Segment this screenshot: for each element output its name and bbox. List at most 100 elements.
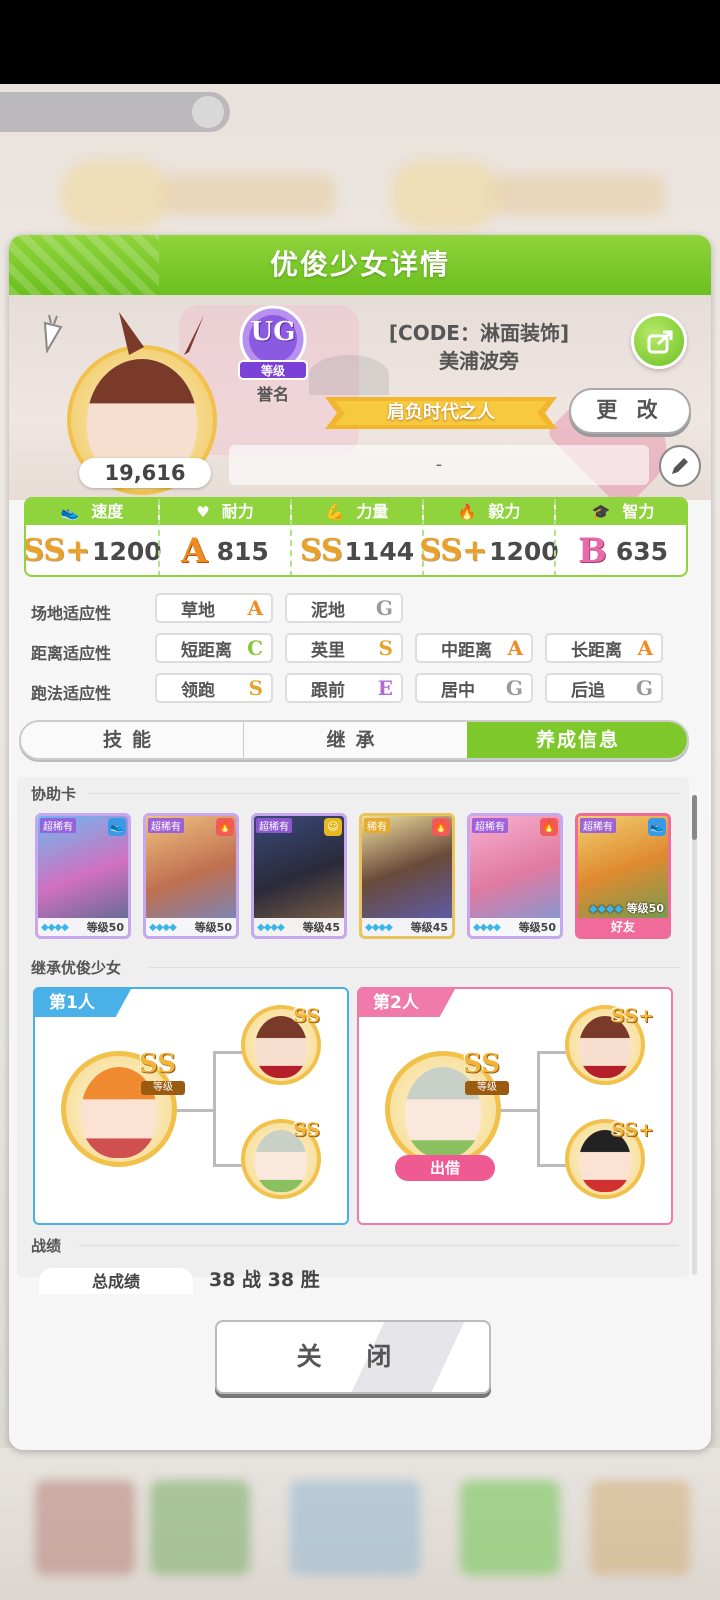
friend-label: 好友: [578, 918, 668, 936]
stat-name: 力量: [356, 502, 389, 521]
stat-name: 智力: [622, 502, 655, 521]
stat-value: 815: [216, 536, 269, 566]
dialog-header: 优俊少女详情: [9, 235, 711, 295]
support-card[interactable]: 超稀有 👟 ◆◆◆◆ 等级50: [35, 813, 131, 939]
stat-power: 💪 力量 SS 1144: [290, 499, 422, 575]
stat-value: 1144: [344, 536, 415, 566]
edit-comment-button[interactable]: [659, 445, 701, 487]
distance-aptitude-label: 距离适应性: [31, 644, 112, 663]
style-aptitude-label: 跑法适应性: [31, 684, 112, 703]
limit-break-icon: ◆◆◆◆: [41, 921, 69, 933]
lend-badge: 出借: [395, 1155, 495, 1181]
support-card[interactable]: 稀有 🔥 ◆◆◆◆ 等级45: [359, 813, 455, 939]
background-crown: [390, 160, 500, 230]
tab-training-info[interactable]: 养成信息: [467, 722, 687, 758]
limit-break-icon: ◆◆◆◆: [257, 921, 285, 933]
change-epithet-button[interactable]: 更 改: [569, 388, 691, 434]
pencil-icon: [672, 458, 688, 474]
limit-break-icon: ◆◆◆◆: [473, 921, 501, 933]
rank-caption: 等级: [260, 364, 285, 378]
background-number: [495, 175, 665, 215]
grandparent-1a-rank: SS: [293, 1005, 321, 1027]
background-menu-tile: [150, 1480, 250, 1575]
aptitude-medium: 中距离 A: [415, 633, 533, 663]
aptitude-turf: 草地 A: [155, 593, 273, 623]
grandparent-2b-rank: SS+: [611, 1119, 654, 1141]
flame-icon: 🔥: [457, 503, 477, 521]
stat-stamina: ♥ 耐力 A 815: [158, 499, 290, 575]
carrot-icon: [43, 314, 63, 353]
comment-text: -: [229, 445, 649, 485]
stat-value: 1200: [489, 536, 559, 566]
inherit-label: 继承优俊少女: [31, 959, 122, 977]
tab-inherit[interactable]: 继承: [243, 722, 467, 758]
stat-value: 1200: [92, 536, 162, 566]
stat-grade: SS+: [24, 533, 91, 568]
tab-skills[interactable]: 技能: [21, 722, 243, 758]
support-card-friend[interactable]: 超稀有 👟 ◆◆◆◆ 等级50 好友: [575, 813, 671, 939]
limit-break-icon: ◆◆◆◆: [149, 921, 177, 933]
detail-tabs: 技能 继承 养成信息: [19, 720, 689, 760]
record-label: 战绩: [31, 1237, 62, 1255]
guts-type-icon: 🔥: [432, 818, 450, 836]
aptitude-dirt: 泥地 G: [285, 593, 403, 623]
parent-2-panel[interactable]: 第2人 SS 等级 出借 SS+ SS+: [357, 987, 673, 1225]
aptitude-short: 短距离 C: [155, 633, 273, 663]
total-record-value: 38 战 38 胜: [209, 1269, 320, 1291]
share-button[interactable]: [631, 313, 687, 369]
background-number: [165, 175, 335, 215]
graduation-cap-icon: 🎓: [591, 503, 611, 521]
support-card[interactable]: 超稀有 🔥 ◆◆◆◆ 等级50: [143, 813, 239, 939]
guts-type-icon: 🔥: [216, 818, 234, 836]
limit-break-icon: ◆◆◆◆: [365, 921, 393, 933]
stat-wisdom: 🎓 智力 B 635: [554, 499, 686, 575]
stat-name: 耐力: [221, 502, 254, 521]
close-button-label: 关 闭: [296, 1342, 410, 1371]
friend-type-icon: ☺: [324, 818, 342, 836]
parent-1-label: 第1人: [35, 989, 131, 1017]
stat-name: 速度: [91, 502, 124, 521]
parent-2-rank: SS: [463, 1049, 500, 1079]
aptitude-chaser: 后追 G: [545, 673, 663, 703]
rank-label: 誉名: [256, 385, 289, 404]
parent-1-panel[interactable]: 第1人 SS 等级 SS SS: [33, 987, 349, 1225]
track-aptitude-label: 场地适应性: [31, 604, 112, 623]
heart-icon: ♥: [196, 503, 210, 521]
parent-1-rank: SS: [139, 1049, 176, 1079]
trainer-title: [CODE：淋面装饰]: [388, 321, 570, 345]
scroll-thumb[interactable]: [692, 795, 697, 840]
profile-card: 19,616 UG 等级 誉名 [CODE：淋面装饰] 美浦波旁 肩负时代之人 …: [9, 295, 711, 500]
aptitude-leader: 跟前 E: [285, 673, 403, 703]
scrollbar[interactable]: [692, 795, 697, 1275]
close-button[interactable]: 关 闭: [215, 1320, 491, 1394]
epithet-text: 肩负时代之人: [387, 402, 495, 423]
background-menu-tile: [590, 1480, 690, 1575]
horse-ears-icon: [119, 312, 204, 355]
background-menu-tile: [290, 1480, 420, 1575]
character-score: 19,616: [79, 458, 211, 488]
background-crown: [60, 160, 170, 230]
stat-guts: 🔥 毅力 SS+ 1200: [419, 499, 559, 575]
support-card[interactable]: 超稀有 🔥 ◆◆◆◆ 等级50: [467, 813, 563, 939]
support-card[interactable]: 超稀有 ☺ ◆◆◆◆ 等级45: [251, 813, 347, 939]
stat-value: 635: [615, 536, 669, 566]
shoe-icon: 👟: [60, 503, 80, 521]
aptitude-runner: 领跑 S: [155, 673, 273, 703]
character-name: 美浦波旁: [439, 349, 519, 373]
total-record-label: 总成绩: [39, 1268, 193, 1294]
speed-type-icon: 👟: [648, 818, 666, 836]
muscle-icon: 💪: [325, 503, 345, 521]
aptitude-betweener: 居中 G: [415, 673, 533, 703]
background-menu-tile: [35, 1480, 135, 1575]
rank-letters: UG: [250, 317, 296, 347]
stat-name: 毅力: [488, 502, 521, 521]
aptitude-long: 长距离 A: [545, 633, 663, 663]
stats-table: 👟 速度 SS+ 1200 ♥ 耐力 A 815 💪 力量 SS 1144 🔥 毅力 SS+…: [24, 497, 688, 577]
umamusume-detail-dialog: 优俊少女详情 19,616 UG 等级 誉名 [CODE：淋面装饰] 美浦波旁: [9, 235, 711, 1450]
guts-type-icon: 🔥: [540, 818, 558, 836]
background-bar-button: [192, 96, 224, 128]
grandparent-2a-rank: SS+: [611, 1005, 654, 1027]
stat-grade: SS: [299, 533, 343, 568]
status-area: [0, 0, 720, 84]
limit-break-icon: ◆◆◆◆: [589, 902, 623, 915]
